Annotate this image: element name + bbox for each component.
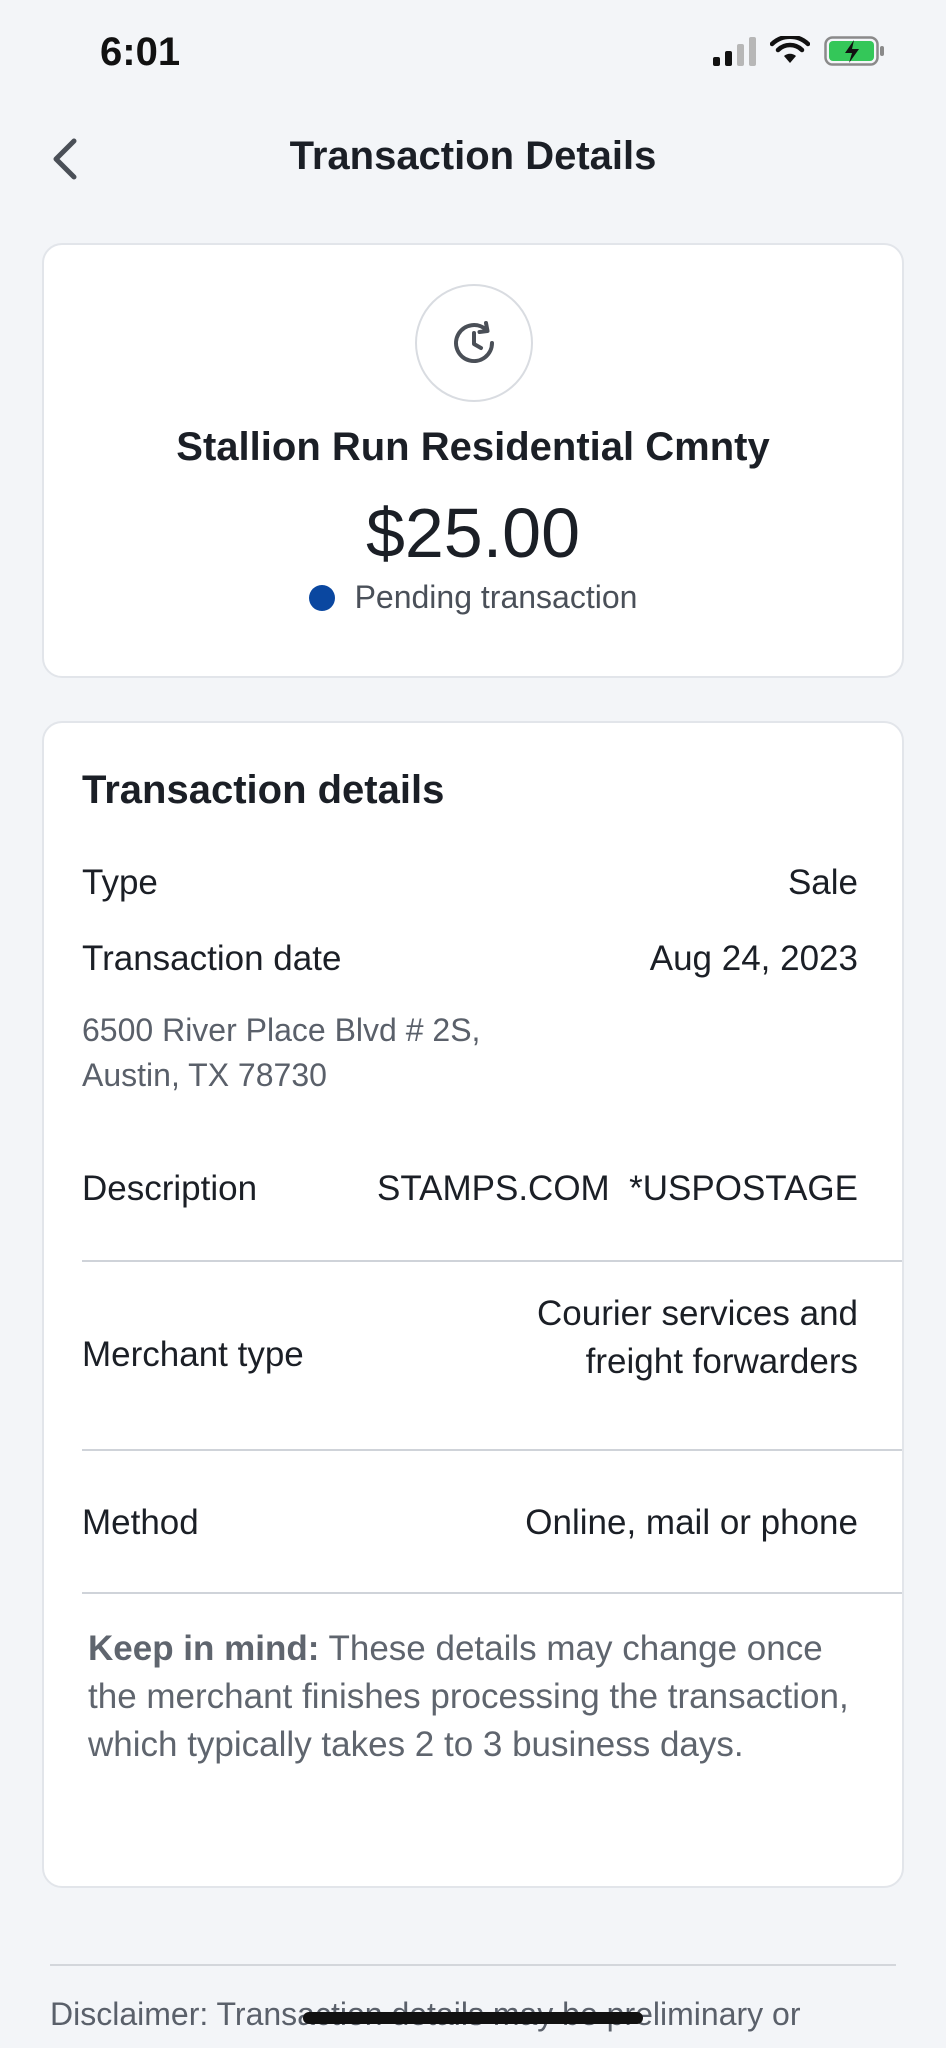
method-label: Method xyxy=(82,1503,199,1542)
section-title: Transaction details xyxy=(82,768,445,812)
status-text: Pending transaction xyxy=(354,579,638,615)
divider xyxy=(82,1592,902,1594)
status-bar: 6:01 xyxy=(0,0,946,110)
home-indicator[interactable] xyxy=(303,2012,643,2024)
method-value: Online, mail or phone xyxy=(525,1503,858,1542)
merchant-type-label: Merchant type xyxy=(82,1335,304,1374)
wifi-icon xyxy=(770,36,810,63)
status-dot-icon xyxy=(308,584,335,611)
note-heading: Keep in mind: xyxy=(88,1629,320,1668)
divider xyxy=(82,1449,902,1451)
description-label: Description xyxy=(82,1169,258,1208)
cellular-signal-icon xyxy=(713,36,756,66)
keep-in-mind-note: Keep in mind: These details may change o… xyxy=(88,1625,858,1769)
pending-clock-icon xyxy=(415,284,533,402)
status-icons xyxy=(713,36,886,66)
merchant-type-value: Courier services and freight forwarders xyxy=(537,1290,858,1386)
merchant-name: Stallion Run Residential Cmnty xyxy=(176,425,770,469)
transaction-date-label: Transaction date xyxy=(82,939,342,978)
divider xyxy=(82,1260,902,1262)
merchant-type-value-line-2: freight forwarders xyxy=(585,1342,858,1381)
type-value: Sale xyxy=(787,863,858,902)
battery-charging-icon xyxy=(824,36,884,66)
description-value: STAMPS.COM *USPOSTAGE xyxy=(377,1169,858,1208)
transaction-summary-card: Stallion Run Residential Cmnty $25.00 Pe… xyxy=(42,243,904,678)
transaction-status: Pending transaction xyxy=(44,579,902,616)
merchant-type-value-line-1: Courier services and xyxy=(537,1294,858,1333)
footer-divider xyxy=(50,1964,896,1966)
address-line-1: 6500 River Place Blvd # 2S, xyxy=(82,1012,481,1048)
transaction-amount: $25.00 xyxy=(365,494,581,572)
navigation-bar: Transaction Details xyxy=(0,110,946,210)
merchant-address: 6500 River Place Blvd # 2S, Austin, TX 7… xyxy=(82,1008,480,1098)
status-time: 6:01 xyxy=(100,30,181,74)
transaction-details-card: Transaction details Type Sale Transactio… xyxy=(42,721,904,1888)
type-label: Type xyxy=(82,863,158,902)
transaction-date-value: Aug 24, 2023 xyxy=(649,939,858,978)
page-title: Transaction Details xyxy=(289,134,657,178)
address-line-2: Austin, TX 78730 xyxy=(82,1057,327,1093)
